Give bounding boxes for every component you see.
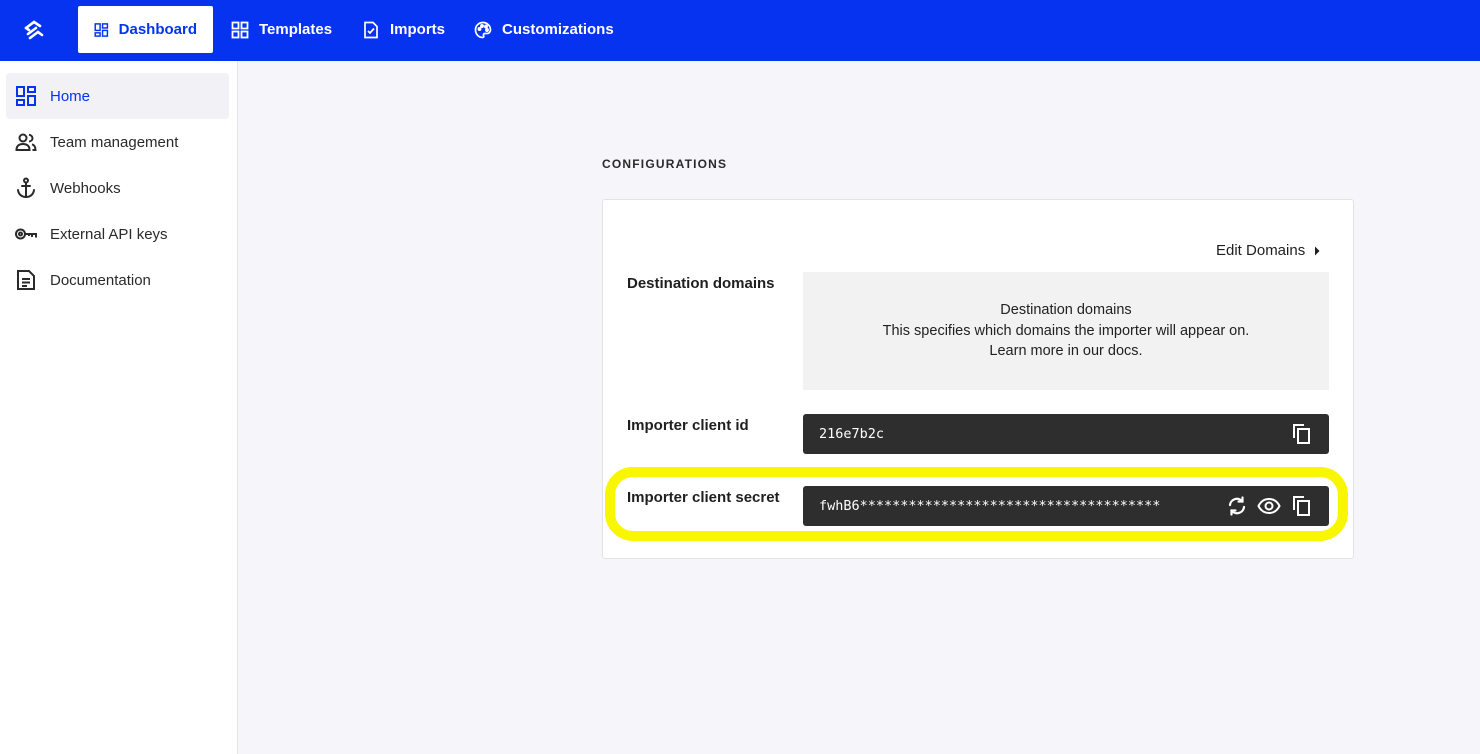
tab-dashboard[interactable]: Dashboard: [78, 6, 213, 53]
key-icon: [15, 228, 37, 240]
edit-domains-label: Edit Domains: [1216, 242, 1306, 259]
file-check-icon: [364, 21, 378, 38]
tab-templates[interactable]: Templates: [215, 6, 348, 53]
empty-state-title: Destination domains: [1000, 302, 1132, 318]
tab-imports[interactable]: Imports: [346, 6, 461, 53]
empty-state-description: This specifies which domains the importe…: [882, 322, 1250, 339]
sidebar-item-label: External API keys: [50, 225, 168, 243]
client-secret-value: fwhB6***********************************…: [819, 498, 1161, 514]
edit-domains-link[interactable]: Edit Domains: [1216, 242, 1321, 259]
copy-icon[interactable]: [1289, 494, 1313, 518]
dashboard-icon: [16, 86, 36, 106]
sidebar-item-label: Webhooks: [50, 179, 121, 197]
brand-logo-icon[interactable]: [20, 16, 48, 44]
palette-icon: [474, 21, 492, 38]
tab-imports-label: Imports: [390, 21, 446, 38]
sidebar-item-webhooks[interactable]: Webhooks: [6, 165, 229, 211]
sidebar-item-team-management[interactable]: Team management: [6, 119, 229, 165]
client-id-label: Importer client id: [627, 417, 749, 434]
sidebar-item-external-api-keys[interactable]: External API keys: [6, 211, 229, 257]
anchor-icon: [17, 177, 35, 199]
team-icon: [15, 133, 37, 151]
copy-icon[interactable]: [1289, 422, 1313, 446]
sidebar-item-label: Documentation: [50, 271, 151, 289]
dashboard-icon: [94, 22, 109, 37]
eye-icon[interactable]: [1257, 494, 1281, 518]
client-secret-label: Importer client secret: [627, 489, 780, 506]
client-id-value: 216e7b2c: [819, 426, 885, 442]
grid-icon: [231, 21, 249, 38]
sidebar-item-home[interactable]: Home: [6, 73, 229, 119]
top-navigation-bar: Dashboard Templates Imports Customizatio…: [0, 0, 1480, 61]
destination-domains-label: Destination domains: [627, 275, 775, 292]
docs-link[interactable]: Learn more in our docs.: [803, 341, 1329, 362]
client-id-field: 216e7b2c: [803, 414, 1329, 454]
sidebar-item-label: Team management: [50, 133, 179, 151]
caret-right-icon: [1315, 246, 1320, 255]
tab-dashboard-label: Dashboard: [118, 21, 197, 38]
sidebar: Home Team management Webhooks External A…: [0, 61, 238, 754]
tab-customizations-label: Customizations: [502, 21, 614, 38]
section-title: CONFIGURATIONS: [602, 157, 728, 171]
sidebar-item-documentation[interactable]: Documentation: [6, 257, 229, 303]
document-icon: [17, 270, 35, 290]
tab-customizations[interactable]: Customizations: [458, 6, 630, 53]
destination-domains-empty-state: Destination domains This specifies which…: [803, 272, 1329, 390]
tab-templates-label: Templates: [259, 21, 333, 38]
regenerate-icon[interactable]: [1225, 494, 1249, 518]
sidebar-item-label: Home: [50, 87, 91, 105]
client-secret-field: fwhB6***********************************…: [803, 486, 1329, 526]
